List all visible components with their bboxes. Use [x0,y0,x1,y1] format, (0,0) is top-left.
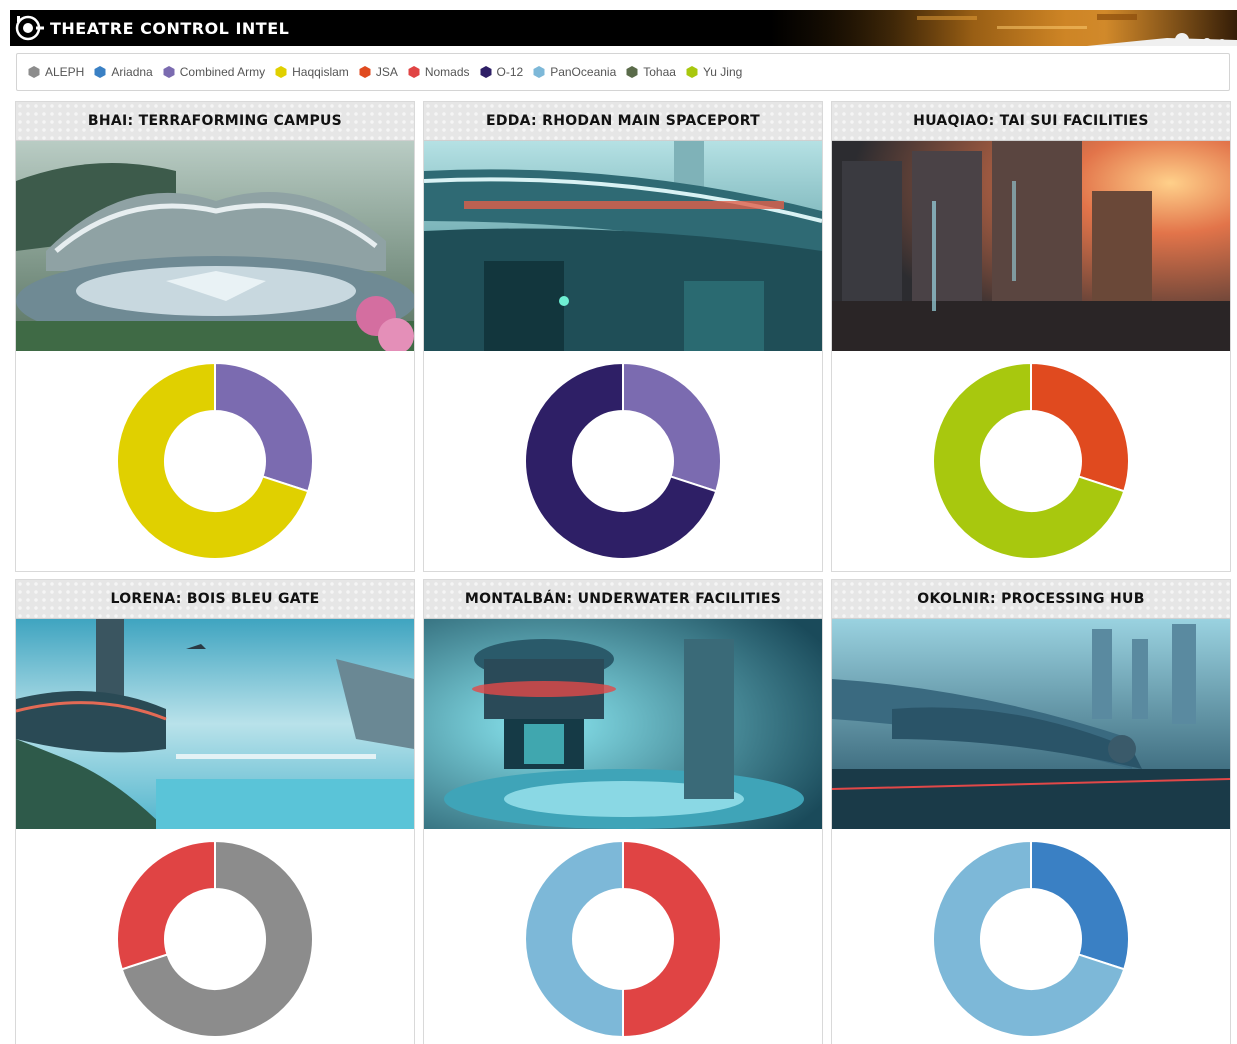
legend-label: ALEPH [45,65,85,79]
legend-item[interactable]: Ariadna [93,65,153,79]
legend-item[interactable]: JSA [358,65,398,79]
donut-chart [524,839,722,1039]
faction-legend: ALEPH Ariadna Combined Army Haqqislam JSA Nom… [16,53,1230,91]
banner-decoration [797,10,1237,46]
donut-slice-combined-army[interactable] [622,361,722,493]
legend-label: Haqqislam [292,65,349,79]
donut-chart [116,839,314,1038]
donut-slice-combined-army[interactable] [214,361,314,493]
theatre-card[interactable]: BHAI: TERRAFORMING CAMPUS [15,101,415,572]
hexagon-icon [686,66,698,78]
donut-slice-nomads[interactable] [116,839,216,971]
industrial-hub-image [832,619,1230,829]
card-title: EDDA: RHODAN MAIN SPACEPORT [424,102,822,141]
donut-slice-nomads[interactable] [622,839,722,1039]
faction-logo-icon [15,15,44,41]
hexagon-icon [275,66,287,78]
theatre-card[interactable]: OKOLNIR: PROCESSING HUB [831,579,1231,1044]
underwater-facility-image [424,619,822,829]
hexagon-icon [163,66,175,78]
legend-item[interactable]: Yu Jing [685,65,742,79]
hexagon-icon [626,66,638,78]
donut-chart [932,361,1130,560]
legend-item[interactable]: Combined Army [162,65,265,79]
page-title: THEATRE CONTROL INTEL [50,18,290,38]
donut-slice-panoceania[interactable] [524,839,624,1039]
spaceport-image [424,141,822,351]
legend-item[interactable]: ALEPH [27,65,84,79]
legend-label: Ariadna [111,65,153,79]
donut-chart [524,361,722,560]
card-title: LORENA: BOIS BLEU GATE [16,580,414,619]
hexagon-icon [408,66,420,78]
futuristic-campus-image [16,141,414,351]
card-title: HUAQIAO: TAI SUI FACILITIES [832,102,1230,141]
theatre-card[interactable]: LORENA: BOIS BLEU GATE [15,579,415,1044]
sunset-city-image [832,141,1230,351]
hexagon-icon [94,66,106,78]
legend-label: Combined Army [179,65,266,79]
control-chart [832,351,1230,571]
hexagon-icon [28,66,40,78]
theatre-card[interactable]: HUAQIAO: TAI SUI FACILITIES [831,101,1231,572]
legend-item[interactable]: O-12 [479,65,524,79]
legend-label: JSA [375,65,398,79]
legend-item[interactable]: Haqqislam [274,65,349,79]
card-title: OKOLNIR: PROCESSING HUB [832,580,1230,619]
control-chart [16,829,414,1044]
hexagon-icon [533,66,545,78]
hexagon-icon [480,66,492,78]
theatre-card[interactable]: MONTALBÁN: UNDERWATER FACILITIES [423,579,823,1044]
legend-item[interactable]: Nomads [407,65,470,79]
donut-slice-ariadna[interactable] [1030,839,1130,971]
donut-chart [932,839,1130,1038]
control-chart [832,829,1230,1044]
legend-label: O-12 [496,65,524,79]
legend-label: Nomads [424,65,470,79]
card-title: MONTALBÁN: UNDERWATER FACILITIES [424,580,822,619]
legend-label: PanOceania [550,65,617,79]
theatre-card[interactable]: EDDA: RHODAN MAIN SPACEPORT [423,101,823,572]
hexagon-icon [359,66,371,78]
waterfall-gate-image [16,619,414,829]
top-banner: THEATRE CONTROL INTEL [10,10,1237,46]
legend-label: Yu Jing [702,65,743,79]
control-chart [16,351,414,571]
control-chart [424,351,822,571]
legend-label: Tohaa [643,65,676,79]
card-title: BHAI: TERRAFORMING CAMPUS [16,102,414,141]
donut-slice-jsa[interactable] [1030,361,1130,493]
legend-item[interactable]: PanOceania [532,65,616,79]
control-chart [424,829,822,1044]
donut-chart [116,361,314,560]
legend-item[interactable]: Tohaa [625,65,676,79]
